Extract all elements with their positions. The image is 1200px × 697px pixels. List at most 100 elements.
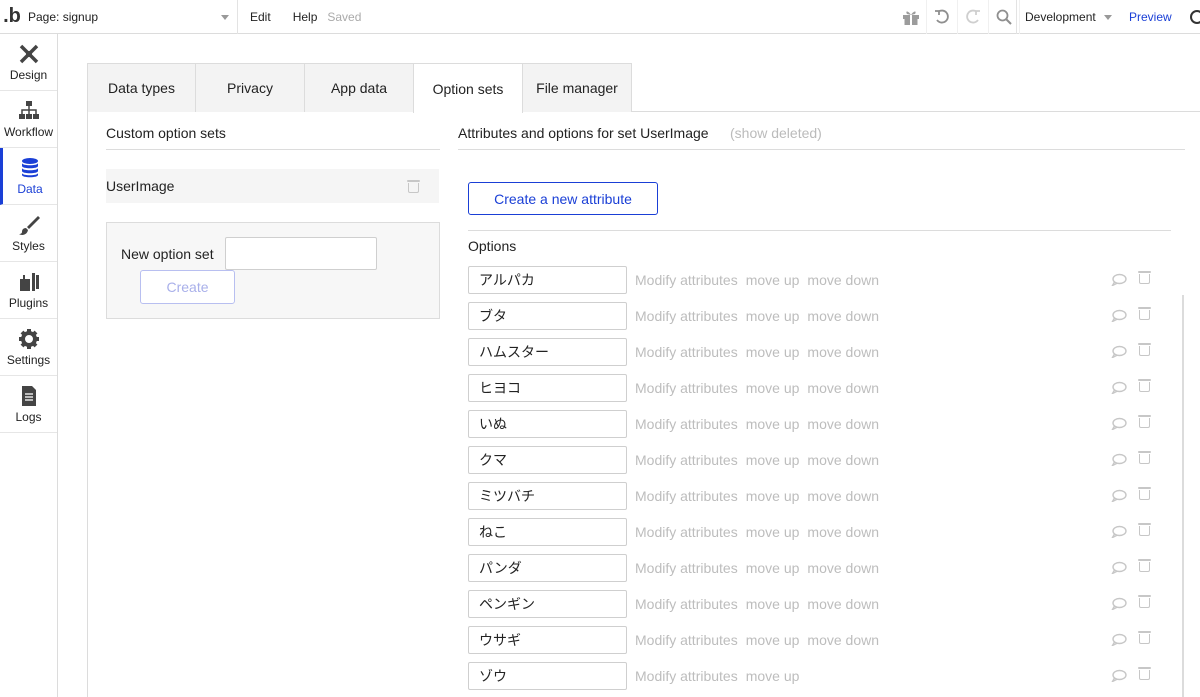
trash-icon[interactable] <box>1138 523 1151 536</box>
move-up-link[interactable]: move up <box>746 668 800 684</box>
menu-help[interactable]: Help <box>283 10 322 24</box>
scrollbar[interactable] <box>1182 295 1184 697</box>
trash-icon[interactable] <box>1138 451 1151 464</box>
modify-attributes-link[interactable]: Modify attributes <box>635 488 738 504</box>
modify-attributes-link[interactable]: Modify attributes <box>635 416 738 432</box>
trash-icon[interactable] <box>1138 379 1151 392</box>
comment-icon[interactable] <box>1111 309 1127 322</box>
option-name-input[interactable]: ハムスター <box>468 338 627 366</box>
modify-attributes-link[interactable]: Modify attributes <box>635 308 738 324</box>
option-name-input[interactable]: クマ <box>468 446 627 474</box>
modify-attributes-link[interactable]: Modify attributes <box>635 668 738 684</box>
trash-icon[interactable] <box>1138 559 1151 572</box>
trash-icon[interactable] <box>407 180 420 193</box>
preview-button[interactable]: Preview <box>1129 0 1172 34</box>
comment-icon[interactable] <box>1111 345 1127 358</box>
trash-icon[interactable] <box>1138 487 1151 500</box>
comment-icon[interactable] <box>1111 633 1127 646</box>
bubble-logo[interactable]: .b <box>0 0 24 34</box>
move-down-link[interactable]: move down <box>807 632 879 648</box>
option-name-input[interactable]: ペンギン <box>468 590 627 618</box>
show-deleted-link[interactable]: (show deleted) <box>730 125 822 141</box>
option-set-row[interactable]: UserImage <box>106 169 439 203</box>
modify-attributes-link[interactable]: Modify attributes <box>635 632 738 648</box>
sidebar-item-settings[interactable]: Settings <box>0 319 57 376</box>
trash-icon[interactable] <box>1138 271 1151 284</box>
move-up-link[interactable]: move up <box>746 452 800 468</box>
comment-icon[interactable] <box>1111 561 1127 574</box>
new-option-set-input[interactable] <box>225 237 377 270</box>
modify-attributes-link[interactable]: Modify attributes <box>635 344 738 360</box>
redo-icon[interactable] <box>958 0 989 34</box>
move-down-link[interactable]: move down <box>807 596 879 612</box>
option-name-input[interactable]: いぬ <box>468 410 627 438</box>
move-down-link[interactable]: move down <box>807 308 879 324</box>
move-up-link[interactable]: move up <box>746 524 800 540</box>
comment-icon[interactable] <box>1111 669 1127 682</box>
trash-icon[interactable] <box>1138 307 1151 320</box>
move-up-link[interactable]: move up <box>746 344 800 360</box>
tab-file-manager[interactable]: File manager <box>522 63 632 112</box>
comment-icon[interactable] <box>1111 417 1127 430</box>
modify-attributes-link[interactable]: Modify attributes <box>635 560 738 576</box>
sidebar-item-logs[interactable]: Logs <box>0 376 57 433</box>
modify-attributes-link[interactable]: Modify attributes <box>635 272 738 288</box>
comment-icon[interactable] <box>1111 525 1127 538</box>
move-down-link[interactable]: move down <box>807 344 879 360</box>
option-name-input[interactable]: ブタ <box>468 302 627 330</box>
gift-icon[interactable] <box>896 0 927 34</box>
tab-app-data[interactable]: App data <box>304 63 414 112</box>
move-down-link[interactable]: move down <box>807 416 879 432</box>
tab-data-types[interactable]: Data types <box>87 63 196 112</box>
trash-icon[interactable] <box>1138 667 1151 680</box>
option-name-input[interactable]: ミツバチ <box>468 482 627 510</box>
option-name-input[interactable]: ゾウ <box>468 662 627 690</box>
environment-selector[interactable]: Development <box>1016 0 1120 34</box>
option-name-input[interactable]: パンダ <box>468 554 627 582</box>
trash-icon[interactable] <box>1138 343 1151 356</box>
move-down-link[interactable]: move down <box>807 560 879 576</box>
move-down-link[interactable]: move down <box>807 488 879 504</box>
option-name-input[interactable]: アルパカ <box>468 266 627 294</box>
option-name-input[interactable]: ヒヨコ <box>468 374 627 402</box>
modify-attributes-link[interactable]: Modify attributes <box>635 596 738 612</box>
move-up-link[interactable]: move up <box>746 560 800 576</box>
move-down-link[interactable]: move down <box>807 380 879 396</box>
move-up-link[interactable]: move up <box>746 596 800 612</box>
sidebar-item-data[interactable]: Data <box>0 148 57 205</box>
move-up-link[interactable]: move up <box>746 416 800 432</box>
create-attribute-button[interactable]: Create a new attribute <box>468 182 658 215</box>
trash-icon[interactable] <box>1138 631 1151 644</box>
undo-icon[interactable] <box>927 0 958 34</box>
page-selector[interactable]: Page: signup <box>24 0 238 34</box>
create-option-set-button[interactable]: Create <box>140 270 235 304</box>
comment-icon[interactable] <box>1111 597 1127 610</box>
trash-icon[interactable] <box>1138 415 1151 428</box>
comment-icon[interactable] <box>1111 489 1127 502</box>
move-down-link[interactable]: move down <box>807 524 879 540</box>
modify-attributes-link[interactable]: Modify attributes <box>635 524 738 540</box>
modify-attributes-link[interactable]: Modify attributes <box>635 452 738 468</box>
sidebar-item-workflow[interactable]: Workflow <box>0 91 57 148</box>
trash-icon[interactable] <box>1138 595 1151 608</box>
comment-icon[interactable] <box>1111 273 1127 286</box>
option-name-input[interactable]: ねこ <box>468 518 627 546</box>
option-name-input[interactable]: ウサギ <box>468 626 627 654</box>
tab-option-sets[interactable]: Option sets <box>413 63 523 113</box>
move-down-link[interactable]: move down <box>807 452 879 468</box>
sidebar-item-styles[interactable]: Styles <box>0 205 57 262</box>
sidebar-item-plugins[interactable]: Plugins <box>0 262 57 319</box>
sidebar-item-design[interactable]: Design <box>0 34 57 91</box>
move-up-link[interactable]: move up <box>746 308 800 324</box>
move-up-link[interactable]: move up <box>746 380 800 396</box>
move-up-link[interactable]: move up <box>746 488 800 504</box>
move-down-link[interactable]: move down <box>807 272 879 288</box>
menu-edit[interactable]: Edit <box>238 10 283 24</box>
tab-privacy[interactable]: Privacy <box>195 63 305 112</box>
comment-icon[interactable] <box>1111 381 1127 394</box>
move-up-link[interactable]: move up <box>746 272 800 288</box>
modify-attributes-link[interactable]: Modify attributes <box>635 380 738 396</box>
move-up-link[interactable]: move up <box>746 632 800 648</box>
comment-icon[interactable] <box>1111 453 1127 466</box>
avatar[interactable] <box>1190 10 1200 24</box>
